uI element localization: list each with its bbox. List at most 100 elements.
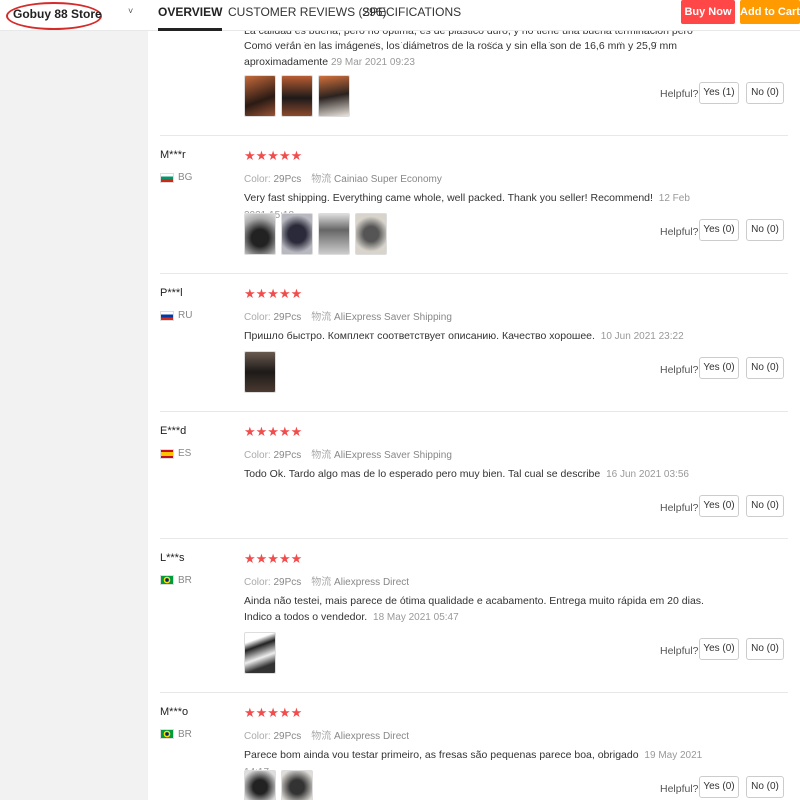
review-photo[interactable]	[244, 351, 276, 393]
shipping-label: 物流	[311, 312, 332, 323]
reviewer-country: BR	[178, 575, 192, 586]
review-photo[interactable]	[281, 770, 313, 800]
store-name-link[interactable]: Gobuy 88 Store	[13, 7, 102, 21]
helpful-yes-button[interactable]: Yes (0)	[699, 776, 739, 798]
review-body: Пришло быстро. Комплект соответствует оп…	[244, 330, 595, 342]
review-photo[interactable]	[281, 213, 313, 255]
flag-es-icon	[160, 449, 174, 459]
reviewer-country: BR	[178, 729, 192, 740]
reviewer-name: L***s	[160, 552, 185, 564]
reviewer-country: ES	[178, 448, 192, 459]
rating-stars: ★★★★★	[244, 705, 303, 720]
review-body: Todo Ok. Tardo algo mas de lo esperado p…	[244, 468, 601, 480]
review-photo[interactable]	[318, 213, 350, 255]
review-photos	[244, 351, 276, 393]
review-photo[interactable]	[244, 770, 276, 800]
reviewer-country: BG	[178, 172, 193, 183]
add-to-cart-button[interactable]: Add to Cart	[740, 0, 800, 24]
review-photos	[244, 75, 350, 117]
helpful-no-button[interactable]: No (0)	[746, 219, 784, 241]
color-label: Color:	[244, 450, 271, 461]
color-value: 29Pcs	[273, 174, 302, 185]
rating-stars: ★★★★★	[244, 551, 303, 566]
review-photo[interactable]	[318, 75, 350, 117]
helpful-no-button[interactable]: No (0)	[746, 357, 784, 379]
rating-stars: ★★★★★	[244, 286, 303, 301]
helpful-yes-button[interactable]: Yes (0)	[699, 219, 739, 241]
flag-bg-icon	[160, 173, 174, 183]
review-photo[interactable]	[355, 213, 387, 255]
color-value: 29Pcs	[273, 577, 302, 588]
shipping-value: Aliexpress Direct	[334, 577, 410, 588]
shipping-value: Cainiao Super Economy	[334, 174, 442, 185]
helpful-label: Helpful?	[660, 783, 699, 795]
helpful-yes-button[interactable]: Yes (0)	[699, 495, 739, 517]
color-label: Color:	[244, 312, 271, 323]
review-meta: Color: 29Pcs 物流 Aliexpress Direct	[244, 727, 409, 742]
review-photo[interactable]	[281, 75, 313, 117]
tab-overview[interactable]: OVERVIEW	[158, 5, 223, 31]
review-photo[interactable]	[244, 632, 276, 674]
flag-br-icon	[160, 729, 174, 739]
review-photo[interactable]	[244, 213, 276, 255]
reviewer-country: RU	[178, 310, 193, 321]
color-value: 29Pcs	[273, 731, 302, 742]
review-date: 16 Jun 2021 03:56	[606, 469, 689, 480]
helpful-yes-button[interactable]: Yes (1)	[699, 82, 739, 104]
shipping-label: 物流	[311, 174, 332, 185]
tab-specifications[interactable]: SPECIFICATIONS	[362, 5, 461, 31]
shipping-label: 物流	[311, 450, 332, 461]
chevron-down-icon[interactable]: ˅	[128, 6, 133, 16]
helpful-label: Helpful?	[660, 502, 699, 514]
helpful-no-button[interactable]: No (0)	[746, 495, 784, 517]
review-date: 10 Jun 2021 23:22	[600, 331, 684, 342]
shipping-label: 物流	[311, 577, 332, 588]
review-body: Parece bom ainda vou testar primeiro, as…	[244, 749, 639, 761]
review-meta: Color: 29Pcs 物流 AliExpress Saver Shipping	[244, 308, 452, 323]
review-photo[interactable]	[244, 75, 276, 117]
color-value: 29Pcs	[273, 312, 302, 323]
reviewer-name: M***o	[160, 706, 189, 718]
flag-br-icon	[160, 575, 174, 585]
review-item: L***s BR ★★★★★ Color: 29Pcs 物流 Aliexpress…	[160, 539, 788, 693]
helpful-label: Helpful?	[660, 645, 699, 657]
review-item: La calidad es buena, pero no óptima, es …	[160, 25, 788, 136]
shipping-value: Aliexpress Direct	[334, 731, 410, 742]
shipping-label: 物流	[311, 731, 332, 742]
review-photos	[244, 770, 313, 800]
review-item: M***r BG ★★★★★ Color: 29Pcs 物流 Cainiao Su…	[160, 136, 788, 274]
reviewer-name: E***d	[160, 425, 187, 437]
helpful-yes-button[interactable]: Yes (0)	[699, 638, 739, 660]
helpful-label: Helpful?	[660, 226, 699, 238]
buy-now-button[interactable]: Buy Now	[681, 0, 735, 24]
review-text-cont: Como verán en las imágenes, los diámetro…	[244, 40, 678, 68]
helpful-no-button[interactable]: No (0)	[746, 82, 784, 104]
shipping-value: AliExpress Saver Shipping	[334, 450, 452, 461]
review-text: Todo Ok. Tardo algo mas de lo esperado p…	[244, 466, 714, 483]
left-sidebar	[0, 31, 148, 800]
review-body: Ainda não testei, mais parece de ótima q…	[244, 595, 704, 623]
review-item: E***d ES ★★★★★ Color: 29Pcs 物流 AliExpress…	[160, 412, 788, 539]
helpful-no-button[interactable]: No (0)	[746, 638, 784, 660]
reviewer-name: P***l	[160, 287, 183, 299]
review-date: 18 May 2021 05:47	[373, 612, 459, 623]
review-item: M***o BR ★★★★★ Color: 29Pcs 物流 Aliexpress…	[160, 693, 788, 800]
review-body: Very fast shipping. Everything came whol…	[244, 192, 653, 204]
helpful-no-button[interactable]: No (0)	[746, 776, 784, 798]
review-meta: Color: 29Pcs 物流 AliExpress Saver Shipping	[244, 446, 452, 461]
helpful-label: Helpful?	[660, 88, 699, 100]
review-text: Пришло быстро. Комплект соответствует оп…	[244, 328, 714, 345]
helpful-yes-button[interactable]: Yes (0)	[699, 357, 739, 379]
review-date: 29 Mar 2021 09:23	[330, 57, 415, 68]
color-label: Color:	[244, 174, 271, 185]
rating-stars: ★★★★★	[244, 424, 303, 439]
review-item: P***l RU ★★★★★ Color: 29Pcs 物流 AliExpress…	[160, 274, 788, 412]
shipping-value: AliExpress Saver Shipping	[334, 312, 452, 323]
review-text: Ainda não testei, mais parece de ótima q…	[244, 593, 714, 626]
helpful-label: Helpful?	[660, 364, 699, 376]
review-text: Parece bom ainda vou testar primeiro, as…	[244, 747, 714, 781]
color-label: Color:	[244, 577, 271, 588]
color-value: 29Pcs	[273, 450, 302, 461]
review-photos	[244, 632, 276, 674]
review-photos	[244, 213, 387, 255]
